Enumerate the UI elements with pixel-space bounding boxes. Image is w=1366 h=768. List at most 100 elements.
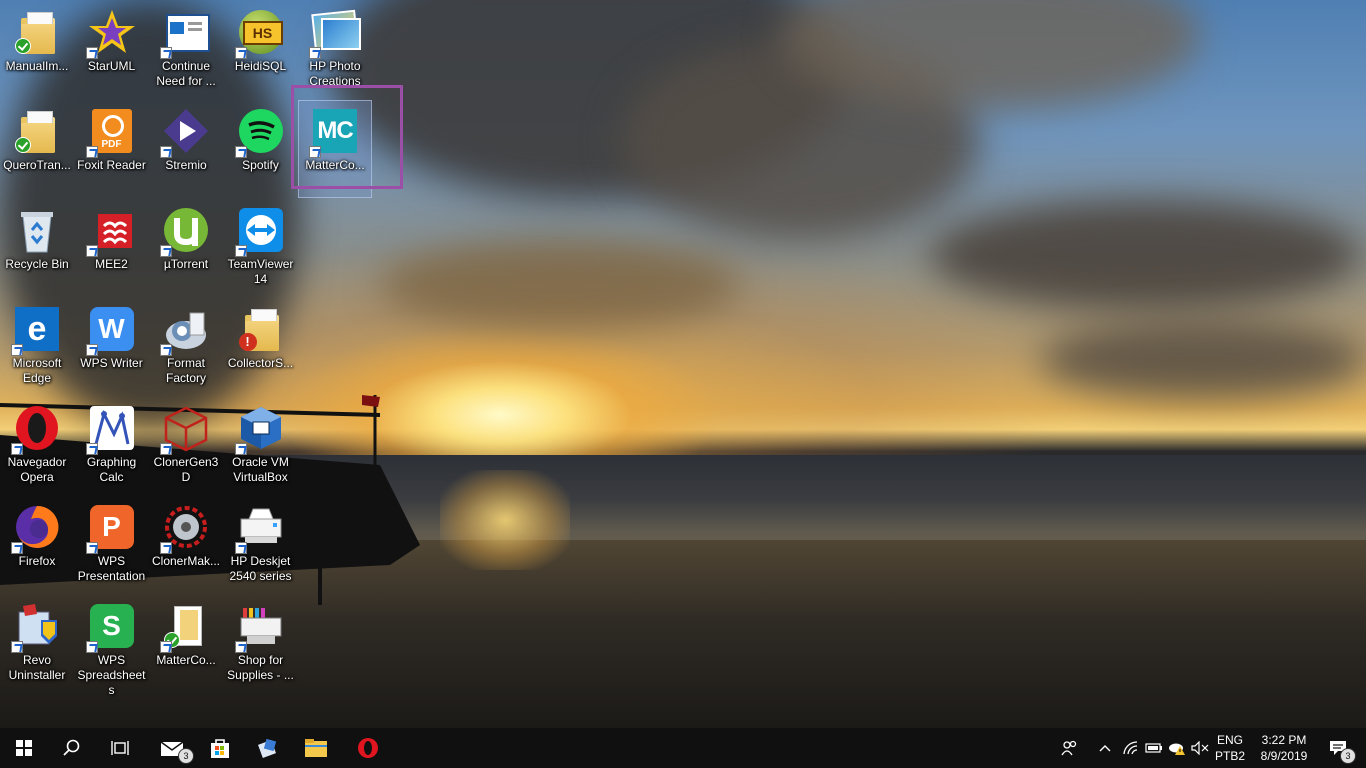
weather-alert-button[interactable] xyxy=(1166,728,1188,768)
desktop-icon-firefox[interactable]: Firefox xyxy=(1,497,73,593)
clock-time: 3:22 PM xyxy=(1261,733,1307,747)
staruml-icon xyxy=(85,8,136,59)
desktop-icon-wps-spreadsheets[interactable]: S WPS Spreadsheets xyxy=(76,596,148,697)
desktop-icon-wps-presentation[interactable]: P WPS Presentation xyxy=(76,497,148,593)
network-button[interactable] xyxy=(1120,728,1142,768)
virtualbox-icon xyxy=(234,404,285,455)
shortcut-arrow-icon xyxy=(234,245,247,257)
desktop-icon-label: MatterCo... xyxy=(156,653,216,667)
input-language-button[interactable]: ENG PTB2 xyxy=(1212,728,1248,768)
mee2-icon xyxy=(85,206,136,257)
desktop-icon-foxit-reader[interactable]: PDF Foxit Reader xyxy=(76,101,148,197)
desktop-icon-opera-browser[interactable]: Navegador Opera xyxy=(1,398,73,494)
volume-muted-icon xyxy=(1191,741,1209,755)
taskbar-app-pinned[interactable] xyxy=(244,728,292,768)
firefox-icon xyxy=(11,503,61,554)
recycle-bin-icon xyxy=(13,206,61,254)
desktop-icon-hp-deskjet[interactable]: HP Deskjet 2540 series xyxy=(225,497,297,593)
desktop-icon-label: Continue Need for ... xyxy=(156,59,216,88)
desktop-icon-graphing-calc[interactable]: Graphing Calc xyxy=(76,398,148,494)
windows-logo-icon xyxy=(16,740,32,756)
stremio-icon xyxy=(160,107,210,158)
continue-nfs-icon xyxy=(160,8,210,59)
manualim-folder-icon xyxy=(13,8,61,56)
desktop-icon-querotran-folder[interactable]: QueroTran... xyxy=(1,101,73,197)
shortcut-arrow-icon xyxy=(234,542,247,554)
desktop-icon-label: QueroTran... xyxy=(3,158,71,172)
hp-photo-creations-icon xyxy=(309,8,361,59)
shortcut-arrow-icon xyxy=(160,641,172,653)
taskbar: 3 ENG PTB2 3:22 PM 8/9/2019 3 xyxy=(0,728,1366,768)
desktop-icon-label: Oracle VM VirtualBox xyxy=(232,455,289,484)
battery-button[interactable] xyxy=(1143,728,1165,768)
desktop-icon-label: ClonerGen3D xyxy=(153,455,219,484)
desktop-icon-shop-supplies[interactable]: Shop for Supplies - ... xyxy=(225,596,297,692)
wps-presentation-icon: P xyxy=(85,503,136,554)
people-button[interactable] xyxy=(1056,728,1084,768)
shortcut-arrow-icon xyxy=(11,344,23,356)
desktop-icon-format-factory[interactable]: Format Factory xyxy=(150,299,222,395)
desktop-icon-spotify[interactable]: Spotify xyxy=(225,101,297,197)
desktop-icon-recycle-bin[interactable]: Recycle Bin xyxy=(1,200,73,296)
desktop-icon-label: WPS Spreadsheets xyxy=(77,653,146,697)
desktop-icon-staruml[interactable]: StarUML xyxy=(76,2,148,98)
desktop-icon-mee2[interactable]: MEE2 xyxy=(76,200,148,296)
desktop-icon-heidisql[interactable]: HS HeidiSQL xyxy=(225,2,297,98)
task-view-button[interactable] xyxy=(96,728,144,768)
opera-icon xyxy=(358,738,378,758)
desktop-icon-clonergen3d[interactable]: ClonerGen3D xyxy=(150,398,222,494)
desktop-icon-label: Firefox xyxy=(18,554,56,568)
clonergen3d-icon xyxy=(160,404,210,455)
shortcut-arrow-icon xyxy=(234,47,247,59)
mail-badge: 3 xyxy=(178,748,194,764)
taskbar-file-explorer[interactable] xyxy=(292,728,340,768)
clock-button[interactable]: 3:22 PM 8/9/2019 xyxy=(1250,728,1318,768)
pinned-app-icon xyxy=(258,738,277,758)
language-code: ENG xyxy=(1216,733,1243,747)
shortcut-arrow-icon xyxy=(234,443,247,455)
desktop-icon-continue-nfs[interactable]: Continue Need for ... xyxy=(150,2,222,98)
desktop-icon-label: Stremio xyxy=(165,158,207,172)
battery-icon xyxy=(1145,743,1162,753)
desktop-icon-manualim-folder[interactable]: ManualIm... xyxy=(1,2,73,98)
taskbar-mail[interactable]: 3 xyxy=(148,728,196,768)
desktop-icon-clonermaker[interactable]: ClonerMak... xyxy=(150,497,222,593)
desktop-icon-teamviewer[interactable]: TeamViewer 14 xyxy=(225,200,297,296)
taskbar-opera[interactable] xyxy=(344,728,392,768)
desktop-icon-mattercontrol-doc[interactable]: MatterCo... xyxy=(150,596,222,692)
desktop-icon-label: Revo Uninstaller xyxy=(8,653,66,682)
desktop-icon-hp-photo-creations[interactable]: HP Photo Creations xyxy=(299,2,371,98)
desktop-icon-label: CollectorS... xyxy=(227,356,294,370)
desktop-icon-stremio[interactable]: Stremio xyxy=(150,101,222,197)
desktop-icon-revo-uninstaller[interactable]: Revo Uninstaller xyxy=(1,596,73,692)
action-center-button[interactable]: 3 xyxy=(1320,728,1356,768)
clonermaker-icon xyxy=(160,503,210,554)
start-button[interactable] xyxy=(0,728,48,768)
shortcut-arrow-icon xyxy=(160,146,172,158)
shortcut-arrow-icon xyxy=(309,47,321,59)
search-button[interactable] xyxy=(48,728,96,768)
desktop-icon-utorrent[interactable]: µTorrent xyxy=(150,200,222,296)
microsoft-edge-icon: e xyxy=(11,305,61,356)
show-hidden-icons-button[interactable] xyxy=(1094,728,1116,768)
desktop-icon-microsoft-edge[interactable]: e Microsoft Edge xyxy=(1,299,73,395)
shortcut-arrow-icon xyxy=(11,542,23,554)
shortcut-arrow-icon xyxy=(11,641,23,653)
taskbar-store[interactable] xyxy=(196,728,244,768)
desktop-icon-collectors-folder[interactable]: ! CollectorS... xyxy=(225,299,297,395)
desktop-icon-label: TeamViewer 14 xyxy=(227,257,294,286)
querotran-folder-icon xyxy=(13,107,61,155)
desktop-icon-label: Microsoft Edge xyxy=(12,356,62,385)
shortcut-arrow-icon xyxy=(160,47,172,59)
desktop-icon-label: Foxit Reader xyxy=(77,158,146,172)
volume-button[interactable] xyxy=(1189,728,1211,768)
shortcut-arrow-icon xyxy=(85,443,98,455)
desktop-icon-virtualbox[interactable]: Oracle VM VirtualBox xyxy=(225,398,297,494)
desktop-icon-label: WPS Writer xyxy=(80,356,143,370)
shortcut-arrow-icon xyxy=(234,146,247,158)
desktop-icon-label: WPS Presentation xyxy=(77,554,146,583)
desktop-icon-wps-writer[interactable]: W WPS Writer xyxy=(76,299,148,395)
desktop-icon-label: ManualIm... xyxy=(5,59,69,73)
wifi-icon xyxy=(1123,741,1138,755)
revo-uninstaller-icon xyxy=(11,602,61,653)
